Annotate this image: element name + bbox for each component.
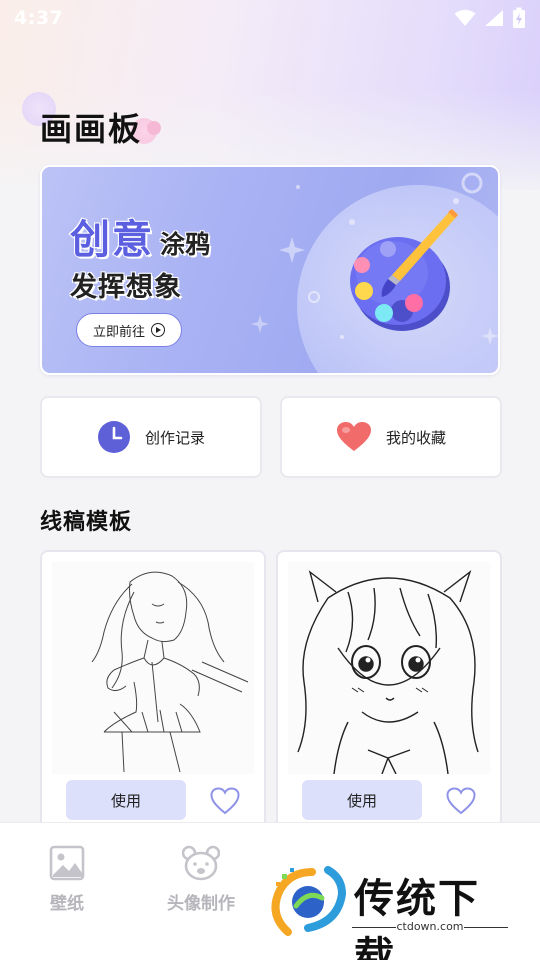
creation-history-label: 创作记录 (144, 428, 205, 447)
watermark-emblem-icon (271, 866, 347, 936)
status-bar: 4:37 (0, 0, 540, 36)
heart-outline-icon[interactable] (210, 787, 240, 815)
image-icon (49, 845, 85, 881)
nav-label-wallpaper: 壁纸 (50, 894, 84, 914)
play-circle-icon (151, 323, 165, 337)
heart-outline-icon[interactable] (446, 787, 476, 815)
nav-label-avatar-maker: 头像制作 (167, 894, 235, 914)
template-card[interactable]: 使用 (276, 550, 502, 840)
title-decoration-small-dot (147, 121, 161, 135)
banner-subline: 发挥想象 (70, 272, 182, 303)
signal-icon (485, 10, 503, 26)
heart-icon (336, 422, 371, 451)
clock-icon (97, 421, 130, 453)
watermark-logo: 传统下载 ctdown.com (268, 862, 518, 960)
lineart-image-anime-girl (52, 562, 254, 774)
status-time: 4:37 (14, 7, 64, 29)
nav-item-avatar-maker[interactable]: 头像制作 (146, 845, 256, 914)
nav-item-wallpaper[interactable]: 壁纸 (12, 845, 122, 914)
my-favorites-label: 我的收藏 (385, 428, 446, 447)
creative-doodle-banner[interactable]: 创意 涂鸦 发挥想象 立即前往 (40, 165, 500, 375)
page-title: 画画板 (40, 110, 143, 148)
banner-headline: 创意 涂鸦 (69, 207, 211, 265)
creation-history-card[interactable]: 创作记录 (40, 396, 262, 478)
banner-headline-rest: 涂鸦 (160, 230, 211, 259)
wifi-icon (454, 9, 476, 26)
banner-headline-accent: 创意 (69, 216, 154, 264)
banner-go-label: 立即前往 (92, 324, 145, 340)
banner-go-button[interactable]: 立即前往 (76, 313, 182, 347)
use-template-button[interactable]: 使用 (302, 780, 422, 820)
use-template-button[interactable]: 使用 (66, 780, 186, 820)
paint-palette-icon (350, 209, 458, 331)
battery-charging-icon (513, 7, 525, 28)
lineart-image-chibi-girl (288, 562, 490, 775)
my-favorites-card[interactable]: 我的收藏 (280, 396, 502, 478)
section-title-lineart-templates: 线稿模板 (40, 510, 133, 535)
watermark-text: 传统下载 (354, 876, 480, 960)
watermark-rule-right (464, 927, 508, 928)
template-card[interactable]: 使用 (40, 550, 266, 840)
bear-face-icon (182, 845, 220, 881)
status-icons (454, 7, 526, 29)
